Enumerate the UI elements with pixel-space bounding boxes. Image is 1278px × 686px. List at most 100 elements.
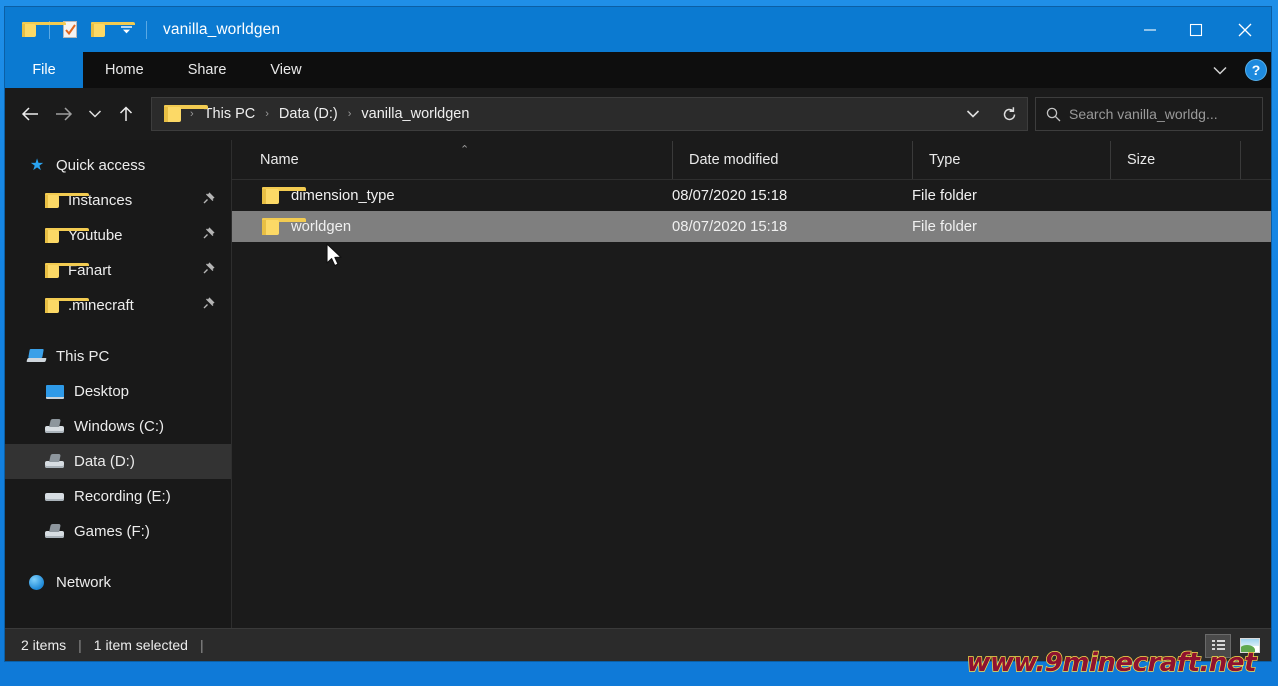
computer-icon	[27, 348, 47, 366]
folder-glyph	[22, 22, 66, 37]
sidebar-item-youtube[interactable]: Youtube	[5, 218, 231, 253]
site-watermark: www.9minecraft.net	[966, 647, 1257, 678]
window-title: vanilla_worldgen	[163, 20, 281, 38]
navigation-pane: ★ Quick access Instances Youtube Fanart …	[5, 140, 232, 628]
search-box[interactable]: Search vanilla_worldg...	[1035, 97, 1263, 131]
star-icon: ★	[29, 156, 45, 174]
file-name-label: dimension_type	[291, 187, 395, 204]
tab-home[interactable]: Home	[83, 52, 166, 88]
folder-icon	[262, 217, 306, 236]
refresh-icon	[1003, 106, 1015, 120]
address-bar: › This PC › Data (D:) › vanilla_worldgen	[5, 88, 1271, 140]
arrow-left-icon	[21, 107, 38, 121]
window-controls	[1127, 7, 1271, 52]
sidebar-item-label: Quick access	[56, 157, 146, 174]
breadcrumb-item-data-d[interactable]: Data (D:)	[274, 104, 343, 124]
sidebar-group-network[interactable]: Network	[5, 565, 231, 600]
qat-title-divider	[146, 20, 147, 39]
sidebar-item-fanart[interactable]: Fanart	[5, 253, 231, 288]
sidebar-group-quick-access[interactable]: ★ Quick access	[5, 148, 231, 183]
table-row[interactable]: worldgen 08/07/2020 15:18 File folder	[232, 211, 1271, 242]
column-header-size[interactable]: Size	[1110, 141, 1240, 179]
breadcrumb-bar[interactable]: › This PC › Data (D:) › vanilla_worldgen	[151, 97, 1028, 131]
file-rows: dimension_type 08/07/2020 15:18 File fol…	[232, 180, 1271, 628]
status-separator: |	[199, 637, 204, 653]
file-name-cell: dimension_type	[232, 186, 672, 205]
chevron-down-icon	[88, 110, 102, 118]
drive-icon	[45, 488, 65, 506]
sidebar-item-instances[interactable]: Instances	[5, 183, 231, 218]
close-icon	[1238, 23, 1252, 36]
column-headers: Name ⌃ Date modified Type Size	[232, 140, 1271, 180]
sidebar-item-label: This PC	[56, 348, 110, 365]
sidebar-item-data-d[interactable]: Data (D:)	[5, 444, 231, 479]
breadcrumb-separator[interactable]: ›	[262, 108, 272, 120]
up-button[interactable]	[109, 97, 143, 131]
sidebar-item-label: Recording (E:)	[74, 488, 171, 505]
explorer-window: vanilla_worldgen File Home Share View ? …	[5, 7, 1271, 661]
table-row[interactable]: dimension_type 08/07/2020 15:18 File fol…	[232, 180, 1271, 211]
quick-access-toolbar	[5, 15, 153, 45]
folder-icon	[45, 228, 89, 243]
column-header-label: Date modified	[689, 152, 779, 168]
column-header-name[interactable]: Name ⌃	[232, 141, 672, 179]
properties-icon[interactable]	[56, 15, 84, 45]
ribbon-tabs: File Home Share View ?	[5, 52, 1271, 88]
forward-button[interactable]	[47, 97, 81, 131]
folder-icon	[45, 263, 89, 278]
maximize-icon	[1189, 23, 1203, 36]
chevron-down-glyph	[120, 25, 132, 33]
maximize-button[interactable]	[1173, 7, 1219, 52]
breadcrumb-item-vanilla-worldgen[interactable]: vanilla_worldgen	[356, 104, 474, 124]
new-folder-icon[interactable]	[84, 15, 135, 45]
recent-locations-button[interactable]	[81, 97, 109, 131]
sidebar-group-this-pc[interactable]: This PC	[5, 339, 231, 374]
arrow-right-icon	[56, 107, 73, 121]
expand-ribbon-button[interactable]	[1203, 55, 1237, 85]
tab-file[interactable]: File	[5, 52, 83, 88]
sidebar-item-windows-c[interactable]: Windows (C:)	[5, 409, 231, 444]
desktop-icon	[45, 383, 65, 401]
column-header-spacer[interactable]	[1240, 141, 1271, 179]
ribbon-right-controls: ?	[1203, 52, 1267, 88]
chevron-down-icon[interactable]	[112, 15, 140, 45]
network-icon	[27, 574, 47, 592]
sidebar-item-desktop[interactable]: Desktop	[5, 374, 231, 409]
breadcrumb-folder-icon[interactable]	[164, 105, 208, 123]
file-date-cell: 08/07/2020 15:18	[672, 218, 788, 235]
file-date-cell: 08/07/2020 15:18	[672, 187, 788, 204]
breadcrumb: › This PC › Data (D:) › vanilla_worldgen	[152, 104, 955, 124]
item-count-label: 2 items	[21, 637, 67, 653]
tab-share[interactable]: Share	[166, 52, 249, 88]
pin-icon[interactable]	[202, 262, 215, 279]
help-button[interactable]: ?	[1245, 59, 1267, 81]
breadcrumb-separator[interactable]: ›	[345, 108, 355, 120]
sidebar-item-label: Windows (C:)	[74, 418, 165, 435]
sidebar-item-games-f[interactable]: Games (F:)	[5, 514, 231, 549]
pin-icon[interactable]	[202, 192, 215, 209]
selection-label: 1 item selected	[93, 637, 188, 653]
column-header-label: Name	[260, 152, 299, 168]
search-input[interactable]: Search vanilla_worldg...	[1069, 106, 1218, 122]
column-header-date-modified[interactable]: Date modified	[672, 141, 912, 179]
refresh-button[interactable]	[991, 98, 1027, 130]
title-bar: vanilla_worldgen	[5, 7, 1271, 52]
pin-icon[interactable]	[202, 297, 215, 314]
sidebar-item-label: Data (D:)	[74, 453, 135, 470]
folder-icon[interactable]	[15, 15, 66, 45]
address-dropdown-button[interactable]	[955, 98, 991, 130]
explorer-content: ★ Quick access Instances Youtube Fanart …	[5, 140, 1271, 628]
breadcrumb-separator: ›	[190, 108, 194, 120]
minimize-button[interactable]	[1127, 7, 1173, 52]
column-header-label: Size	[1127, 152, 1156, 168]
sidebar-item-minecraft[interactable]: .minecraft	[5, 288, 231, 323]
pin-icon[interactable]	[202, 227, 215, 244]
file-name-cell: worldgen	[232, 217, 672, 236]
column-header-type[interactable]: Type	[912, 141, 1110, 179]
tab-view[interactable]: View	[248, 52, 323, 88]
close-button[interactable]	[1219, 7, 1271, 52]
sidebar-item-recording-e[interactable]: Recording (E:)	[5, 479, 231, 514]
back-button[interactable]	[13, 97, 47, 131]
column-header-label: Type	[929, 152, 961, 168]
